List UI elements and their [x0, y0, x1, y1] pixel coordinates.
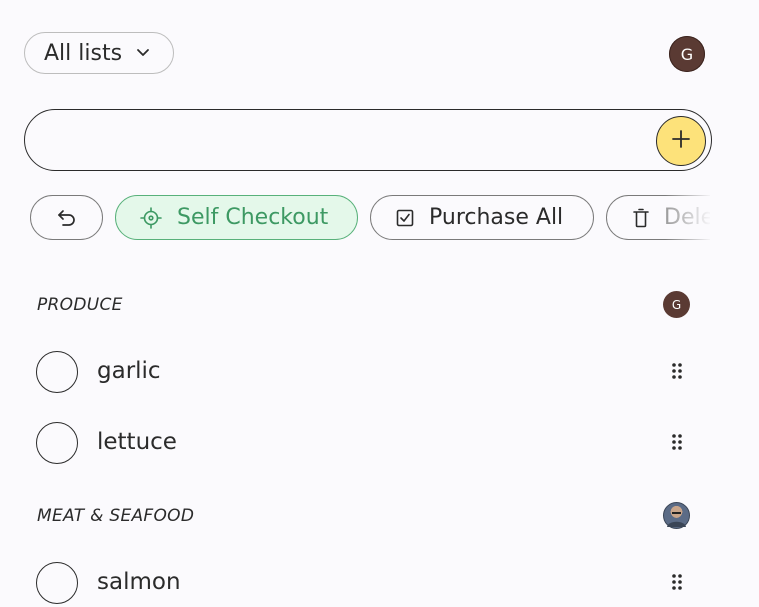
undo-button[interactable]: [30, 195, 103, 240]
list-item: lettuce: [36, 422, 696, 466]
plus-icon: [671, 129, 691, 153]
section-title: PRODUCE: [37, 295, 123, 315]
list-selector-label: All lists: [44, 40, 123, 66]
section-avatar-initial: G: [671, 297, 682, 312]
user-avatar-initial: G: [680, 44, 694, 64]
crosshair-icon: [140, 206, 162, 229]
add-item-input[interactable]: [47, 120, 651, 162]
item-checkbox[interactable]: [36, 422, 78, 464]
chevron-down-icon: [136, 48, 150, 58]
item-name[interactable]: lettuce: [97, 429, 177, 455]
purchase-all-button[interactable]: Purchase All: [370, 195, 594, 240]
list-selector-dropdown[interactable]: All lists: [24, 32, 174, 74]
self-checkout-button[interactable]: Self Checkout: [115, 195, 358, 240]
undo-icon: [57, 209, 77, 227]
add-item-bar: [24, 109, 712, 171]
delete-button[interactable]: Delete: [606, 195, 710, 240]
section-title: MEAT & SEAFOOD: [37, 506, 195, 526]
self-checkout-label: Self Checkout: [177, 205, 329, 230]
drag-handle-icon[interactable]: [668, 432, 686, 452]
drag-handle-icon[interactable]: [668, 361, 686, 381]
person-photo-icon: [667, 508, 686, 527]
user-avatar[interactable]: G: [669, 36, 705, 72]
shopping-list-page: All lists G Self Checkout Purchase All D…: [0, 0, 759, 607]
section-header-produce: PRODUCE G: [37, 289, 697, 319]
section-avatar-photo: [663, 502, 690, 529]
section-avatar: G: [663, 291, 690, 318]
drag-handle-icon[interactable]: [668, 572, 686, 592]
checkbox-icon: [396, 209, 414, 227]
item-name[interactable]: garlic: [97, 358, 161, 384]
trash-icon: [633, 208, 649, 228]
action-toolbar: Self Checkout Purchase All Delete: [30, 195, 710, 241]
list-item: garlic: [36, 351, 696, 395]
add-item-button[interactable]: [656, 116, 706, 166]
section-header-meat-seafood: MEAT & SEAFOOD: [37, 500, 697, 530]
purchase-all-label: Purchase All: [429, 205, 564, 230]
delete-label: Delete: [664, 205, 710, 230]
item-checkbox[interactable]: [36, 562, 78, 604]
list-item: salmon: [36, 562, 696, 606]
item-name[interactable]: salmon: [97, 569, 181, 595]
item-checkbox[interactable]: [36, 351, 78, 393]
